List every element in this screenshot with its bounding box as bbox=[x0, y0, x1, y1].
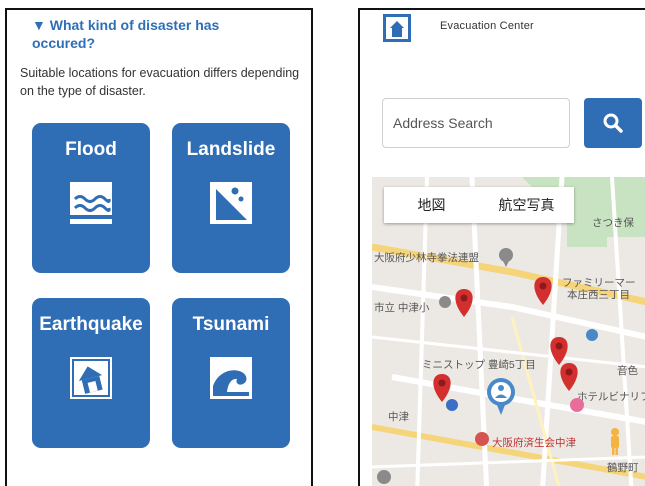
map-label-satsuki: さつき保 bbox=[592, 217, 634, 229]
map-label-onshoku: 音色 bbox=[617, 365, 638, 377]
earthquake-label: Earthquake bbox=[39, 314, 143, 335]
map-label-temple: 大阪府少林寺拳法連盟 bbox=[374, 252, 479, 264]
earthquake-button[interactable]: Earthquake bbox=[32, 298, 150, 448]
app-title: Evacuation Center bbox=[440, 20, 534, 32]
search-icon bbox=[603, 113, 623, 133]
disaster-description: Suitable locations for evacuation differ… bbox=[20, 66, 300, 98]
landslide-label: Landslide bbox=[186, 139, 276, 160]
map-label-nakatsu: 中津 bbox=[388, 411, 409, 423]
tsunami-wave-icon bbox=[210, 357, 252, 399]
tab-satellite[interactable]: 航空写真 bbox=[479, 187, 574, 223]
evacuation-center-screen: Evacuation Center 地図 航空写真 bbox=[358, 8, 645, 486]
flood-icon bbox=[70, 182, 112, 224]
app-logo-icon bbox=[383, 14, 411, 42]
map-label-ministop: ミニストップ 豊崎5丁目 bbox=[422, 359, 536, 371]
map-label-tsuruno: 鶴野町 bbox=[607, 462, 639, 474]
disaster-select-screen: ▼ What kind of disaster has occured? Sui… bbox=[5, 8, 313, 486]
flood-label: Flood bbox=[65, 139, 117, 160]
disaster-question-heading[interactable]: ▼ What kind of disaster has occured? bbox=[32, 16, 272, 52]
address-search-input[interactable] bbox=[382, 98, 570, 148]
map-type-tabs: 地図 航空写真 bbox=[384, 187, 574, 223]
tsunami-label: Tsunami bbox=[192, 314, 270, 335]
tab-map[interactable]: 地図 bbox=[384, 187, 479, 223]
map-label-school: 市立 中津小 bbox=[374, 302, 430, 314]
tsunami-button[interactable]: Tsunami bbox=[172, 298, 290, 448]
earthquake-house-icon bbox=[70, 357, 112, 399]
map-label-mart2: 本庄西三丁目 bbox=[567, 289, 630, 301]
map-view[interactable]: 地図 航空写真 大阪府少林寺拳法連盟 市立 中津小 ファミリーマー 本庄西三丁目… bbox=[372, 177, 645, 486]
landslide-icon bbox=[210, 182, 252, 224]
map-label-hotel: ホテルビナリフ bbox=[577, 391, 645, 403]
flood-button[interactable]: Flood bbox=[32, 123, 150, 273]
landslide-button[interactable]: Landslide bbox=[172, 123, 290, 273]
search-button[interactable] bbox=[584, 98, 642, 148]
map-label-hospital: 大阪府済生会中津 bbox=[492, 437, 576, 449]
